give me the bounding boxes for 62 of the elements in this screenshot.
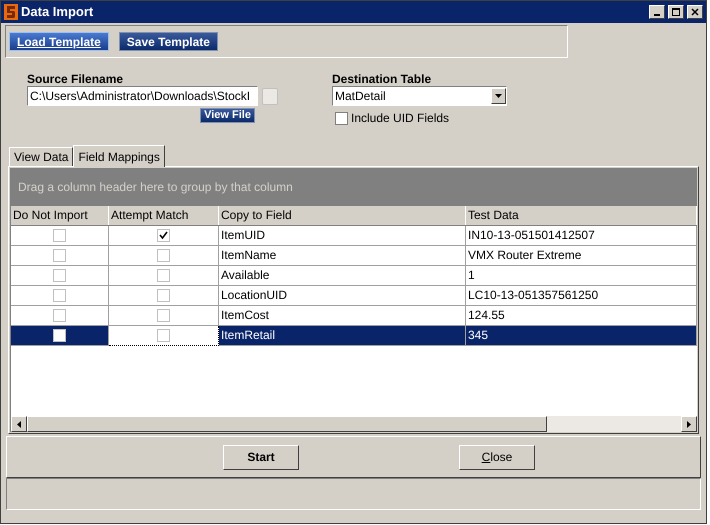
maximize-icon bbox=[672, 8, 680, 16]
table-dropdown[interactable]: MatDetail bbox=[332, 86, 507, 106]
view-file-button[interactable]: View File bbox=[200, 108, 255, 123]
group-by-hint: Drag a column header here to group by that column bbox=[18, 179, 293, 196]
column-header[interactable]: Do Not Import bbox=[11, 206, 109, 225]
column-header[interactable]: Attempt Match bbox=[109, 206, 219, 225]
checkbox[interactable] bbox=[53, 249, 66, 262]
grid-row[interactable]: ItemRetail 345 bbox=[11, 326, 697, 346]
checkbox-label: Include UID Fields bbox=[351, 110, 450, 127]
horizontal-scrollbar[interactable] bbox=[11, 416, 697, 432]
tab[interactable]: View Data bbox=[9, 147, 74, 166]
maximize-button[interactable] bbox=[668, 5, 684, 19]
left-arrow-icon bbox=[17, 420, 21, 428]
dropdown-button[interactable] bbox=[491, 88, 506, 104]
checkbox[interactable] bbox=[53, 289, 66, 302]
grid-row[interactable]: LocationUID LC10-13-051357561250 bbox=[11, 286, 697, 306]
close-button[interactable] bbox=[687, 5, 703, 19]
table-cell: 1 bbox=[466, 266, 697, 286]
table-cell: LocationUID bbox=[219, 286, 466, 306]
checkbox[interactable] bbox=[157, 249, 170, 262]
field-label: Destination Table bbox=[332, 71, 432, 86]
tab[interactable]: Field Mappings bbox=[73, 145, 165, 167]
minimize-button[interactable] bbox=[649, 5, 665, 19]
table-cell: VMX Router Extreme bbox=[466, 246, 697, 266]
checkbox[interactable] bbox=[157, 309, 170, 322]
table-cell: LC10-13-051357561250 bbox=[466, 286, 697, 306]
table-cell: 345 bbox=[466, 326, 697, 346]
app-logo-icon bbox=[4, 4, 18, 20]
table-cell: ItemUID bbox=[219, 226, 466, 246]
input-field[interactable]: C:\Users\Administrator\Downloads\StockI bbox=[27, 86, 258, 106]
checkbox[interactable] bbox=[157, 269, 170, 282]
scroll-thumb[interactable] bbox=[27, 416, 547, 432]
scroll-left-button[interactable] bbox=[11, 416, 27, 432]
window-title: Data Import bbox=[21, 3, 94, 22]
scroll-right-button[interactable] bbox=[681, 416, 697, 432]
grid-row[interactable]: ItemUID IN10-13-051501412507 bbox=[11, 226, 697, 246]
checkbox[interactable] bbox=[53, 309, 66, 322]
table-cell: ItemName bbox=[219, 246, 466, 266]
table-cell: Available bbox=[219, 266, 466, 286]
checkbox[interactable] bbox=[53, 229, 66, 242]
dropdown-value: MatDetail bbox=[334, 88, 387, 105]
close-icon bbox=[691, 8, 699, 16]
table-cell: ItemRetail bbox=[219, 326, 466, 346]
browse-button[interactable] bbox=[262, 88, 278, 104]
right-arrow-icon bbox=[687, 420, 691, 428]
dialog-button[interactable]: Start bbox=[223, 444, 299, 470]
grid-row[interactable]: Available 1 bbox=[11, 266, 697, 286]
toolbar-button[interactable]: Save Template bbox=[118, 32, 218, 51]
column-header[interactable]: Copy to Field bbox=[219, 206, 466, 225]
checkbox[interactable] bbox=[157, 289, 170, 302]
grid-row[interactable]: ItemName VMX Router Extreme bbox=[11, 246, 697, 266]
toolbar-button[interactable]: Load Template bbox=[9, 32, 109, 51]
checkbox[interactable] bbox=[335, 112, 348, 124]
caret-icon bbox=[495, 94, 502, 98]
checkbox[interactable] bbox=[157, 229, 170, 242]
field-label: Source Filename bbox=[27, 71, 124, 86]
dialog-button[interactable]: Close bbox=[459, 444, 535, 470]
checkbox[interactable] bbox=[157, 329, 170, 342]
column-header[interactable]: Test Data bbox=[466, 206, 697, 225]
checkbox[interactable] bbox=[53, 269, 66, 282]
table-cell: IN10-13-051501412507 bbox=[466, 226, 697, 246]
checkbox[interactable] bbox=[53, 329, 66, 342]
